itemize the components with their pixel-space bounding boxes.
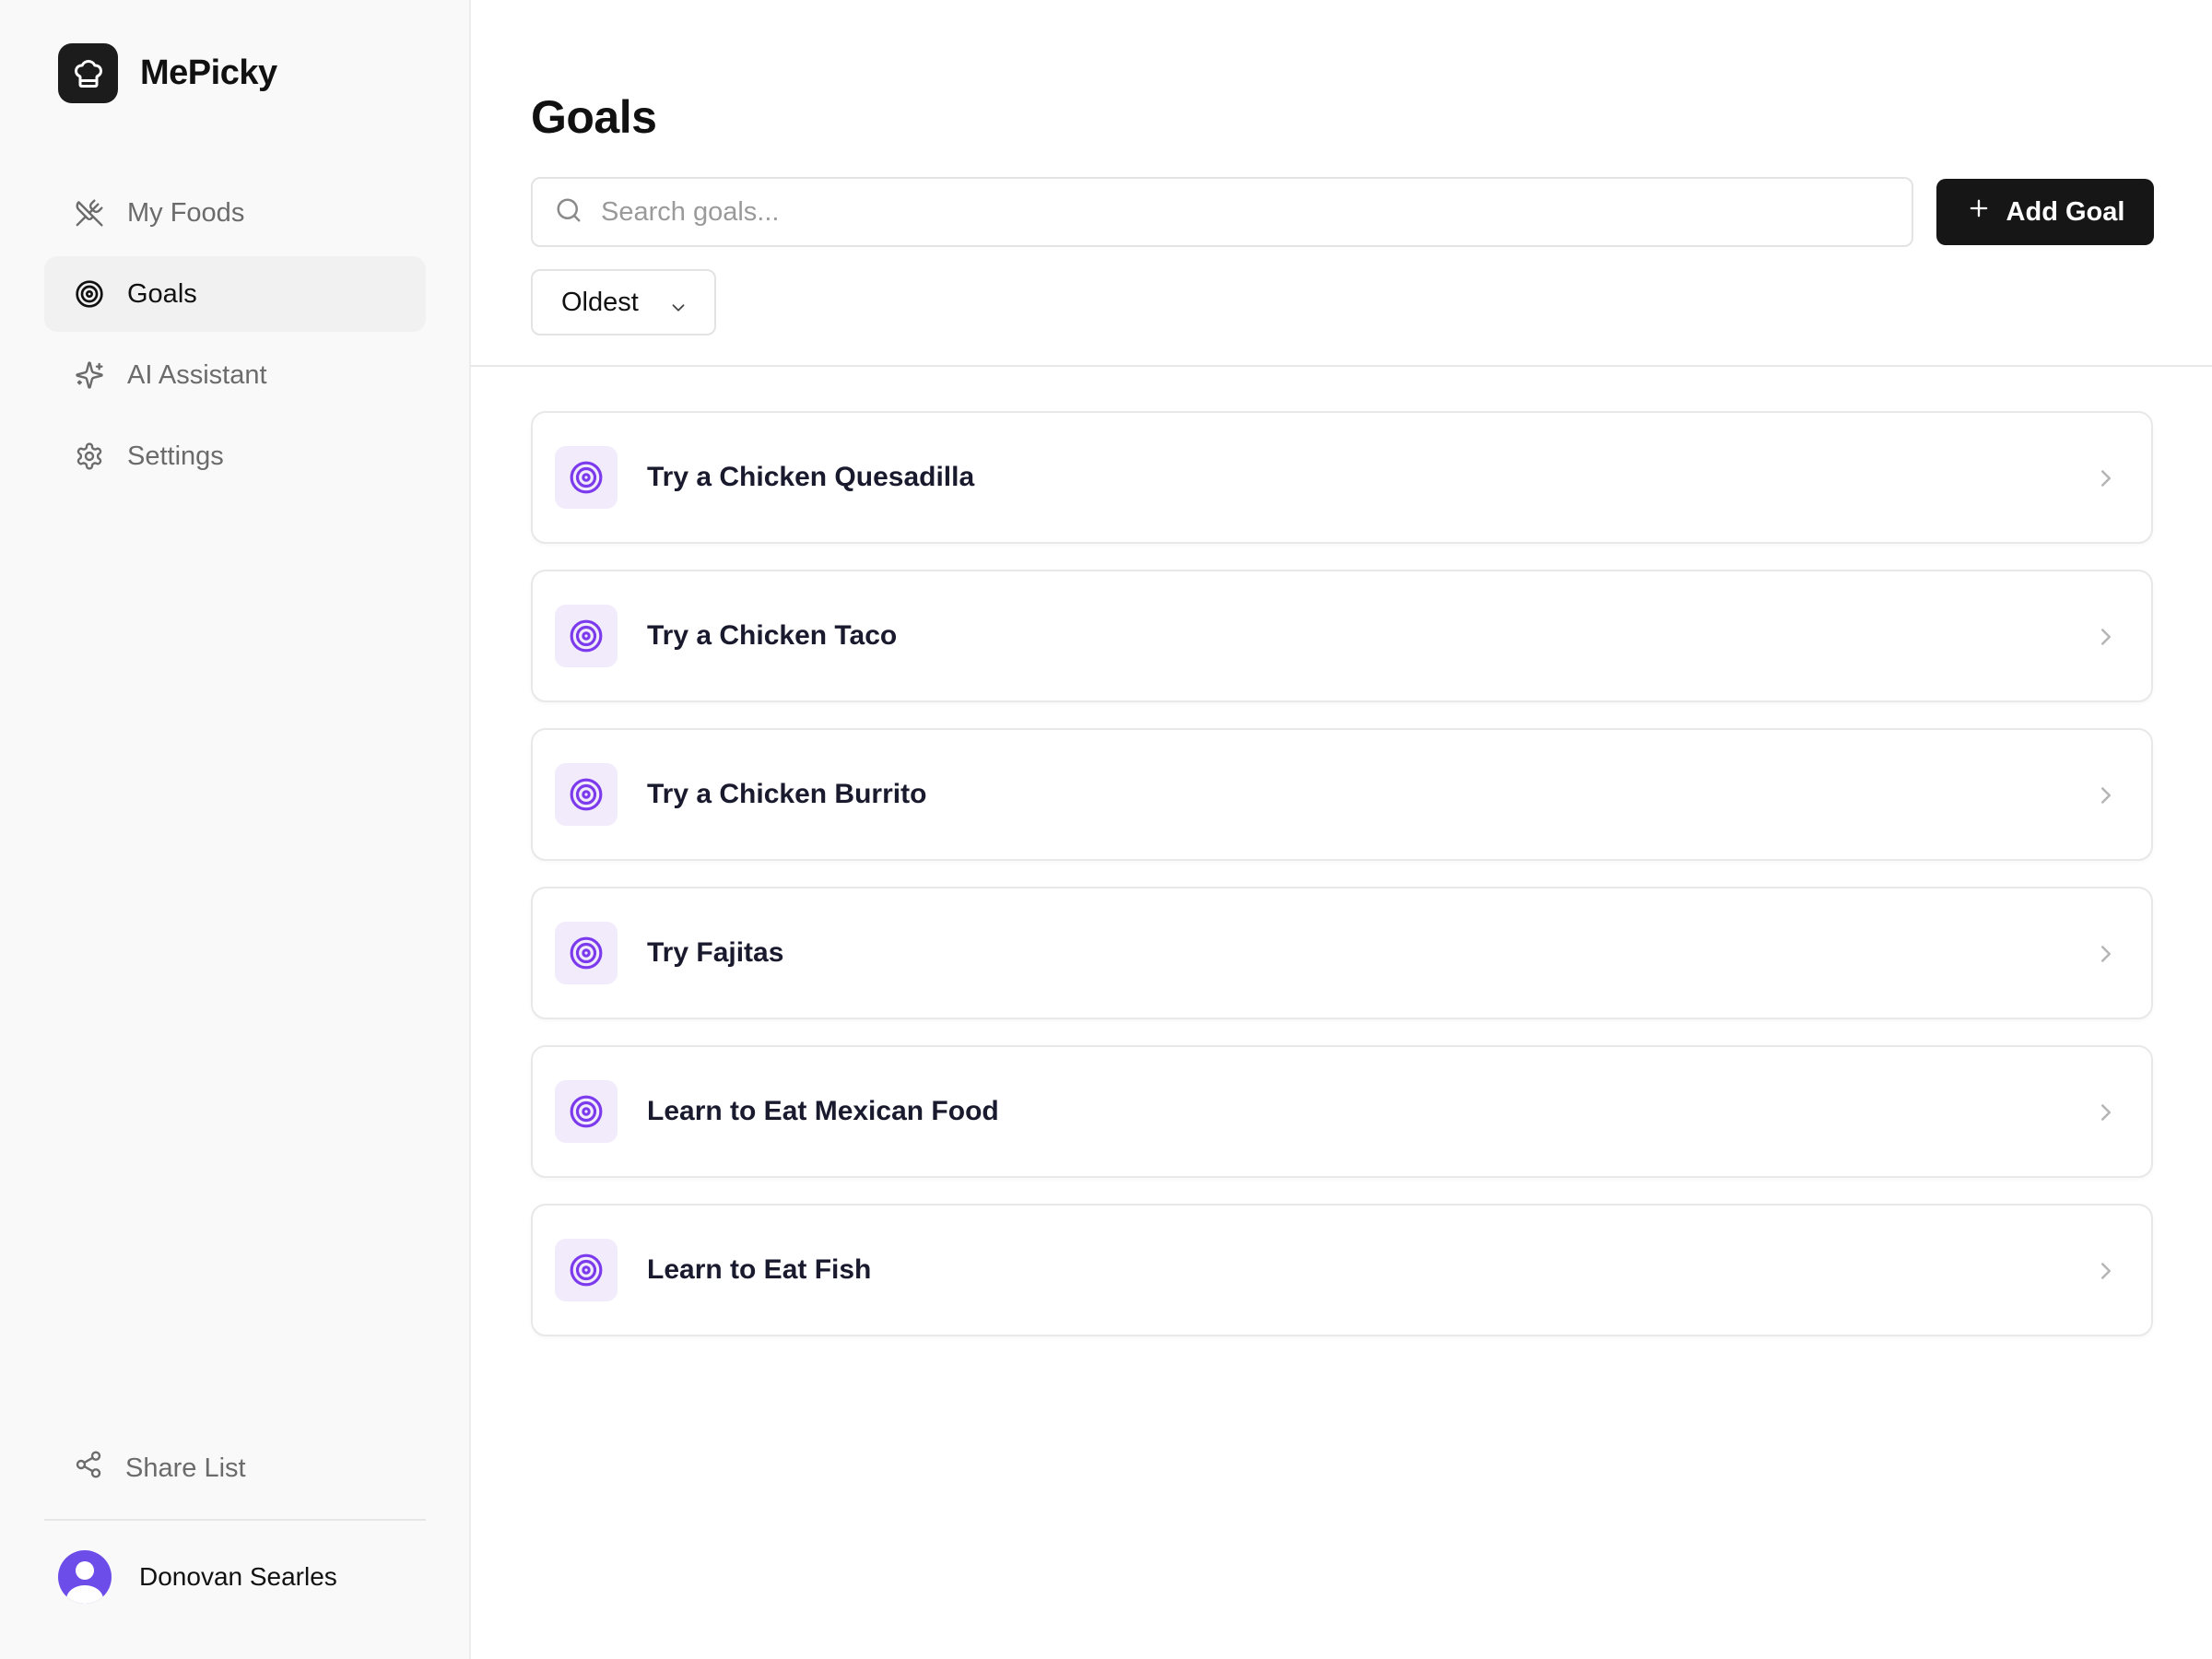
search-icon [555, 196, 582, 229]
plus-icon [1966, 195, 1992, 229]
user-profile[interactable]: Donovan Searles [58, 1550, 337, 1604]
chevron-right-icon [2092, 623, 2120, 655]
sidebar-item-goals[interactable]: Goals [44, 256, 426, 332]
main-content: Goals Add Goal Oldest [471, 0, 2212, 1659]
target-icon [555, 922, 618, 984]
chevron-right-icon [2092, 1099, 2120, 1131]
sort-dropdown[interactable]: Oldest [531, 269, 716, 335]
sidebar-item-label: Goals [127, 278, 197, 309]
goal-card[interactable]: Learn to Eat Fish [531, 1204, 2153, 1336]
sidebar-item-my-foods[interactable]: My Foods [44, 175, 426, 251]
sidebar-divider [44, 1519, 426, 1521]
user-name: Donovan Searles [139, 1562, 337, 1591]
search-box [531, 177, 1913, 247]
goal-title: Learn to Eat Mexican Food [647, 1096, 999, 1126]
chevron-down-icon [668, 295, 688, 325]
header-divider [471, 365, 2212, 367]
app-root: MePicky My Foods Goals AI Assistant Sett… [0, 0, 2212, 1659]
target-icon [555, 605, 618, 667]
sidebar-item-label: Settings [127, 441, 224, 471]
search-input[interactable] [601, 196, 1873, 228]
sidebar-nav: My Foods Goals AI Assistant Settings [44, 175, 426, 500]
target-icon [555, 763, 618, 826]
chef-hat-logo-icon [58, 43, 118, 103]
page-title: Goals [531, 91, 657, 143]
goal-title: Try a Chicken Burrito [647, 779, 927, 809]
sidebar-item-settings[interactable]: Settings [44, 418, 426, 494]
sort-value: Oldest [561, 287, 639, 317]
utensils-crossed-icon [74, 197, 105, 229]
goal-card[interactable]: Try a Chicken Burrito [531, 728, 2153, 861]
chevron-right-icon [2092, 465, 2120, 497]
goal-title: Try a Chicken Taco [647, 620, 898, 651]
target-icon [74, 278, 105, 310]
sidebar-item-label: AI Assistant [127, 359, 267, 390]
goal-title: Try Fajitas [647, 937, 784, 968]
target-icon [555, 1080, 618, 1143]
app-name: MePicky [140, 53, 277, 92]
avatar [58, 1550, 112, 1604]
goal-list: Try a Chicken Quesadilla Try a Chicken T… [531, 411, 2153, 1362]
chevron-right-icon [2092, 940, 2120, 972]
sidebar-item-label: My Foods [127, 197, 245, 228]
sidebar-item-ai-assistant[interactable]: AI Assistant [44, 337, 426, 413]
target-icon [555, 446, 618, 509]
sparkles-icon [74, 359, 105, 391]
chevron-right-icon [2092, 1257, 2120, 1289]
goal-title: Try a Chicken Quesadilla [647, 462, 975, 492]
goal-card[interactable]: Try a Chicken Taco [531, 570, 2153, 702]
goal-card[interactable]: Try Fajitas [531, 887, 2153, 1019]
add-goal-button[interactable]: Add Goal [1936, 179, 2154, 245]
gear-icon [74, 441, 105, 472]
share-icon [74, 1450, 103, 1487]
goal-card[interactable]: Try a Chicken Quesadilla [531, 411, 2153, 544]
share-list-button[interactable]: Share List [44, 1430, 426, 1506]
goal-card[interactable]: Learn to Eat Mexican Food [531, 1045, 2153, 1178]
share-list-label: Share List [125, 1453, 246, 1483]
brand[interactable]: MePicky [58, 43, 277, 103]
target-icon [555, 1239, 618, 1301]
add-goal-label: Add Goal [2006, 196, 2125, 227]
chevron-right-icon [2092, 782, 2120, 814]
sidebar: MePicky My Foods Goals AI Assistant Sett… [0, 0, 471, 1659]
goal-title: Learn to Eat Fish [647, 1254, 872, 1285]
